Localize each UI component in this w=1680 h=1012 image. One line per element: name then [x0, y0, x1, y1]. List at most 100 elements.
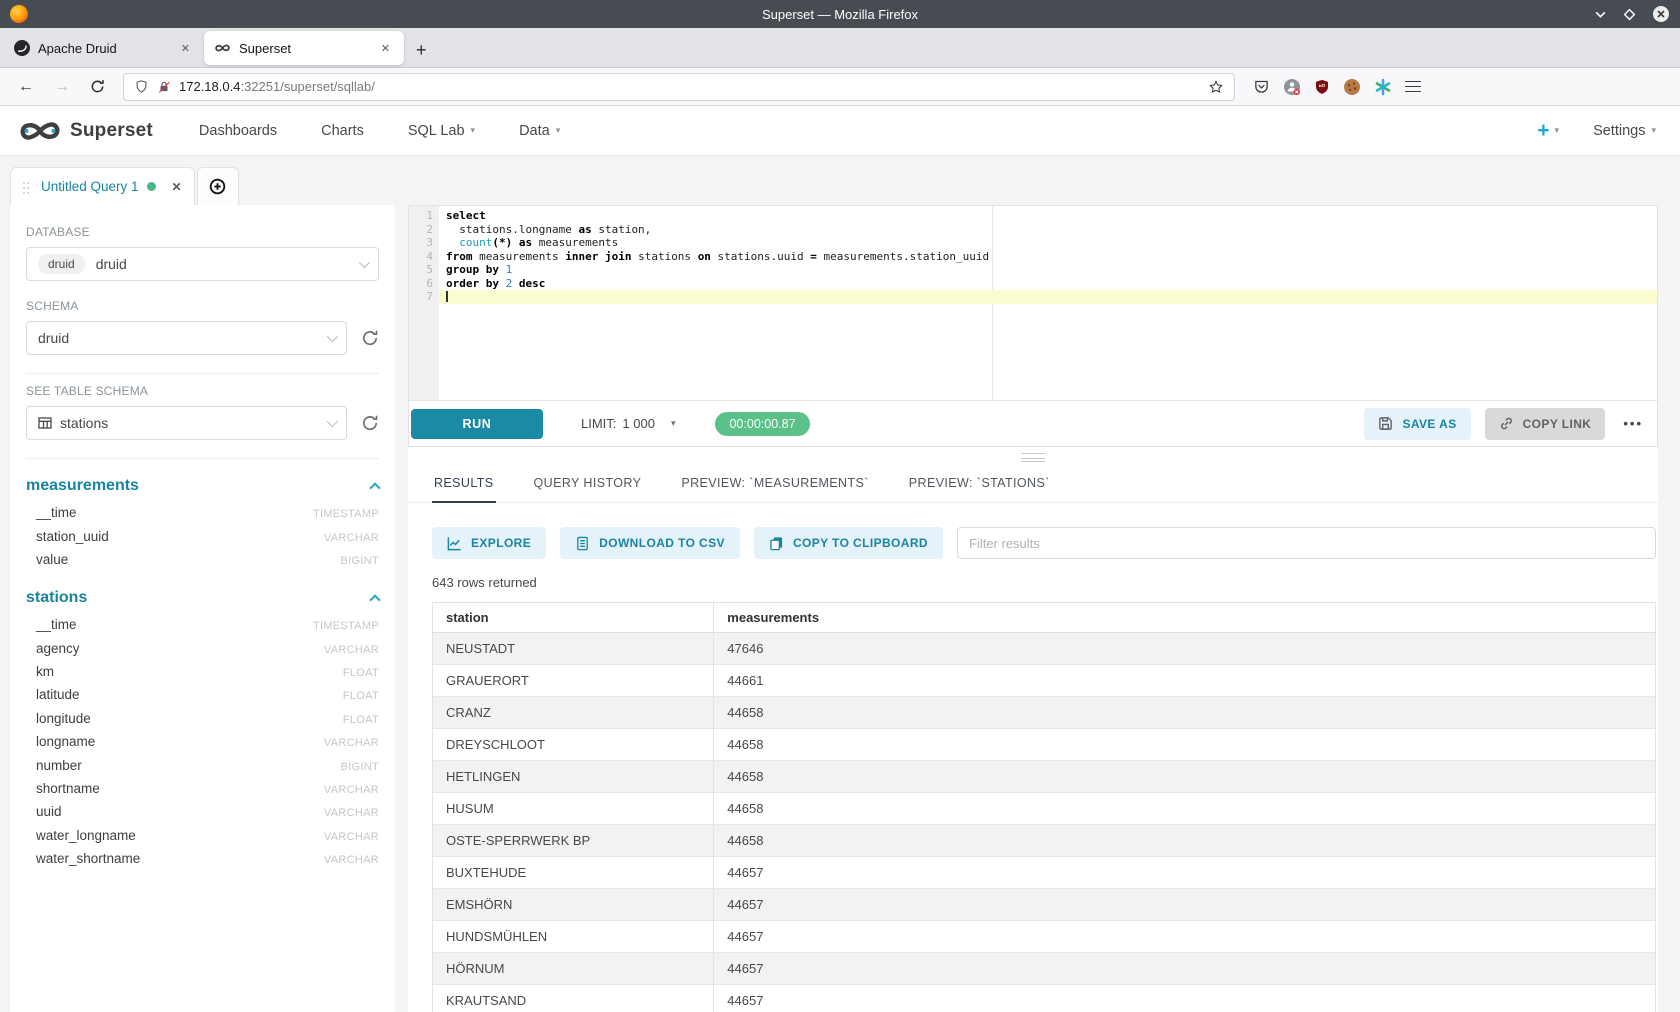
nav-item-charts[interactable]: Charts: [303, 123, 382, 139]
pocket-icon[interactable]: [1253, 78, 1270, 95]
window-close-icon[interactable]: [1652, 5, 1670, 23]
table-row: BUXTEHUDE44657: [433, 857, 1656, 889]
window-titlebar: Superset — Mozilla Firefox: [0, 0, 1680, 28]
tracking-shield-icon[interactable]: [134, 79, 149, 94]
more-options-button[interactable]: •••: [1619, 416, 1647, 431]
url-bar[interactable]: 172.18.0.4:32251/superset/sqllab/: [123, 73, 1235, 101]
run-button[interactable]: RUN: [411, 409, 543, 439]
ublock-icon[interactable]: uO: [1314, 78, 1330, 95]
tab-close-icon[interactable]: ✕: [177, 40, 194, 57]
new-tab-button[interactable]: +: [404, 40, 439, 61]
bookmark-star-icon[interactable]: [1208, 79, 1224, 95]
browser-toolbar: ← → 172.18.0.4:32251/superset/sqllab/ uO: [0, 68, 1680, 106]
schema-browser: DATABASE druid druid SCHEMA druid: [10, 205, 395, 1012]
table-row: EMSHÖRN44657: [433, 889, 1656, 921]
tab-label: Apache Druid: [38, 41, 169, 56]
table-row: CRANZ44658: [433, 697, 1656, 729]
filter-results-input[interactable]: [957, 527, 1656, 559]
column-type: VARCHAR: [324, 854, 379, 866]
resize-drag-handle-icon[interactable]: [1021, 453, 1045, 462]
table-row: DREYSCHLOOT44658: [433, 729, 1656, 761]
sql-editor-box: 1234567 select stations.longname as stat…: [408, 205, 1658, 447]
query-timer-badge: 00:00:00.87: [715, 412, 809, 436]
query-tab-label: Untitled Query 1: [41, 179, 139, 194]
database-value: druid: [96, 256, 127, 272]
limit-value: 1 000: [622, 416, 655, 431]
results-tab-preview-stations[interactable]: PREVIEW: `STATIONS`: [907, 470, 1052, 502]
column-type: VARCHAR: [324, 644, 379, 656]
table-row: HUSUM44658: [433, 793, 1656, 825]
nav-item-dashboards[interactable]: Dashboards: [181, 123, 295, 139]
browser-tab-apache-druid[interactable]: Apache Druid ✕: [4, 31, 204, 65]
lock-slash-icon[interactable]: [157, 80, 171, 94]
results-column-header-station[interactable]: station: [433, 603, 714, 633]
colorful-asterisk-extension-icon[interactable]: [1374, 78, 1392, 96]
reload-icon[interactable]: [80, 79, 115, 94]
database-select[interactable]: druid druid: [26, 247, 379, 281]
window-maximize-icon[interactable]: [1623, 8, 1636, 21]
copy-link-button[interactable]: COPY LINK: [1485, 408, 1606, 440]
column-name: value: [36, 552, 68, 567]
cookie-icon[interactable]: [1343, 78, 1361, 96]
schema-column-row: longnameVARCHAR: [26, 730, 379, 753]
download-to-csv-button[interactable]: DOWNLOAD TO CSV: [560, 527, 740, 559]
caret-down-icon: ▾: [1651, 125, 1656, 136]
schema-column-row: water_shortnameVARCHAR: [26, 847, 379, 870]
results-column-header-measurements[interactable]: measurements: [714, 603, 1656, 633]
new-query-tab-button[interactable]: [197, 167, 239, 205]
results-tab-preview-measurements[interactable]: PREVIEW: `MEASUREMENTS`: [679, 470, 870, 502]
save-as-button[interactable]: SAVE AS: [1364, 408, 1470, 440]
table-section-header-measurements[interactable]: measurements: [26, 477, 379, 495]
action-button-label: COPY TO CLIPBOARD: [793, 536, 928, 550]
divider: [26, 458, 379, 459]
nav-item-data[interactable]: Data▾: [501, 123, 578, 139]
settings-menu[interactable]: Settings ▾: [1593, 123, 1656, 139]
table-cell: HUSUM: [433, 793, 714, 825]
circle-plus-icon: [209, 178, 226, 195]
row-count-text: 643 rows returned: [432, 575, 1634, 590]
nav-item-sql-lab[interactable]: SQL Lab▾: [390, 123, 493, 139]
query-tab-untitled-query-1[interactable]: Untitled Query 1 ✕: [10, 167, 195, 205]
drag-handle-icon[interactable]: [23, 182, 25, 184]
sql-code-editor[interactable]: 1234567 select stations.longname as stat…: [409, 206, 1657, 400]
menu-hamburger-icon[interactable]: [1405, 81, 1421, 93]
editor-code-area: select stations.longname as station, cou…: [439, 206, 1657, 400]
back-icon[interactable]: ←: [8, 78, 44, 96]
add-new-button[interactable]: + ▾: [1537, 120, 1559, 141]
superset-favicon-icon: [214, 43, 231, 53]
schema-select[interactable]: druid: [26, 321, 347, 355]
explore-button[interactable]: EXPLORE: [432, 527, 546, 559]
limit-label: LIMIT:: [581, 416, 616, 431]
clipboard-icon: [769, 536, 784, 551]
table-select[interactable]: stations: [26, 406, 347, 440]
table-schema-sections: measurements__timeTIMESTAMPstation_uuidV…: [26, 477, 379, 870]
column-type: VARCHAR: [324, 532, 379, 544]
limit-control[interactable]: LIMIT: 1 000 ▾: [581, 416, 675, 431]
schema-column-row: uuidVARCHAR: [26, 800, 379, 823]
table-cell: CRANZ: [433, 697, 714, 729]
superset-brand[interactable]: Superset: [18, 119, 153, 143]
superset-logo-icon: [18, 119, 62, 143]
link-chain-icon: [1499, 416, 1514, 431]
tab-close-icon[interactable]: ✕: [377, 40, 394, 57]
query-tab-close-icon[interactable]: ✕: [172, 180, 182, 194]
refresh-tables-icon[interactable]: [361, 414, 379, 432]
window-minimize-icon[interactable]: [1594, 8, 1607, 21]
url-text[interactable]: 172.18.0.4:32251/superset/sqllab/: [179, 79, 1200, 94]
results-action-buttons: EXPLORE DOWNLOAD TO CSV COPY TO CLIPBOARD: [432, 527, 957, 559]
column-type: BIGINT: [341, 555, 379, 567]
browser-tab-superset[interactable]: Superset ✕: [204, 31, 404, 65]
sqllab-content: Untitled Query 1 ✕ DATABASE druid druid: [0, 156, 1680, 1012]
schema-column-row: shortnameVARCHAR: [26, 777, 379, 800]
table-cell: HUNDSMÜHLEN: [433, 921, 714, 953]
account-extension-icon[interactable]: [1283, 78, 1301, 96]
forward-icon[interactable]: →: [44, 78, 80, 96]
table-section-header-stations[interactable]: stations: [26, 589, 379, 607]
copy-to-clipboard-button[interactable]: COPY TO CLIPBOARD: [754, 527, 943, 559]
results-tab-query-history[interactable]: QUERY HISTORY: [532, 470, 644, 502]
table-cell: 44657: [714, 953, 1656, 985]
results-tab-results[interactable]: RESULTS: [432, 470, 496, 503]
column-type: FLOAT: [343, 714, 379, 726]
database-label: DATABASE: [26, 225, 379, 239]
refresh-schemas-icon[interactable]: [361, 329, 379, 347]
